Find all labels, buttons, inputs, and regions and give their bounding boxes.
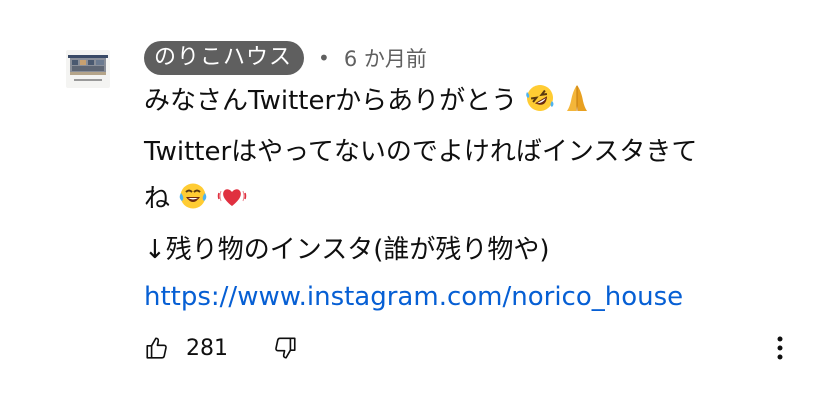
comment-body: みなさんTwitterからありがとう Twitterはやってないのでよければイン… bbox=[144, 78, 794, 321]
rolling-on-floor-laughing-emoji-icon bbox=[525, 82, 555, 129]
like-button[interactable]: 281 bbox=[144, 335, 228, 361]
tears-of-joy-emoji-icon bbox=[178, 180, 208, 227]
comment-thread: のりこハウス • 6 か月前 みなさんTwitterからありがとう Twitte… bbox=[0, 0, 816, 412]
folded-hands-emoji-icon bbox=[564, 82, 590, 129]
vertical-ellipsis-icon bbox=[777, 336, 783, 360]
comment-line-4: ↓残り物のインスタ(誰が残り物や) bbox=[144, 235, 550, 265]
like-count: 281 bbox=[186, 335, 228, 361]
comment-text-line-1: みなさんTwitterからありがとう bbox=[144, 86, 518, 116]
comment-text-line-3: ね bbox=[144, 184, 171, 214]
separator-dot: • bbox=[318, 46, 330, 70]
comment-line-3: ね bbox=[144, 176, 794, 227]
comment-link-line: https://www.instagram.com/norico_house bbox=[144, 274, 794, 321]
beating-heart-emoji-icon bbox=[217, 180, 247, 227]
thumbs-down-icon bbox=[275, 337, 296, 359]
comment-line-1: みなさんTwitterからありがとう bbox=[144, 78, 794, 129]
author-name-chip[interactable]: のりこハウス bbox=[144, 41, 305, 75]
comment-header: のりこハウス • 6 か月前 bbox=[144, 40, 427, 76]
comment-actions: 281 bbox=[144, 330, 298, 366]
dislike-button[interactable] bbox=[272, 335, 298, 361]
thumbs-up-icon bbox=[146, 337, 167, 359]
more-actions-button[interactable] bbox=[768, 333, 792, 363]
comment-timestamp[interactable]: 6 か月前 bbox=[344, 43, 427, 73]
instagram-link[interactable]: https://www.instagram.com/norico_house bbox=[144, 282, 683, 312]
author-avatar[interactable] bbox=[66, 50, 110, 88]
house-photo-icon bbox=[66, 50, 110, 88]
comment-line-2: Twitterはやってないのでよければインスタきて bbox=[144, 137, 698, 167]
